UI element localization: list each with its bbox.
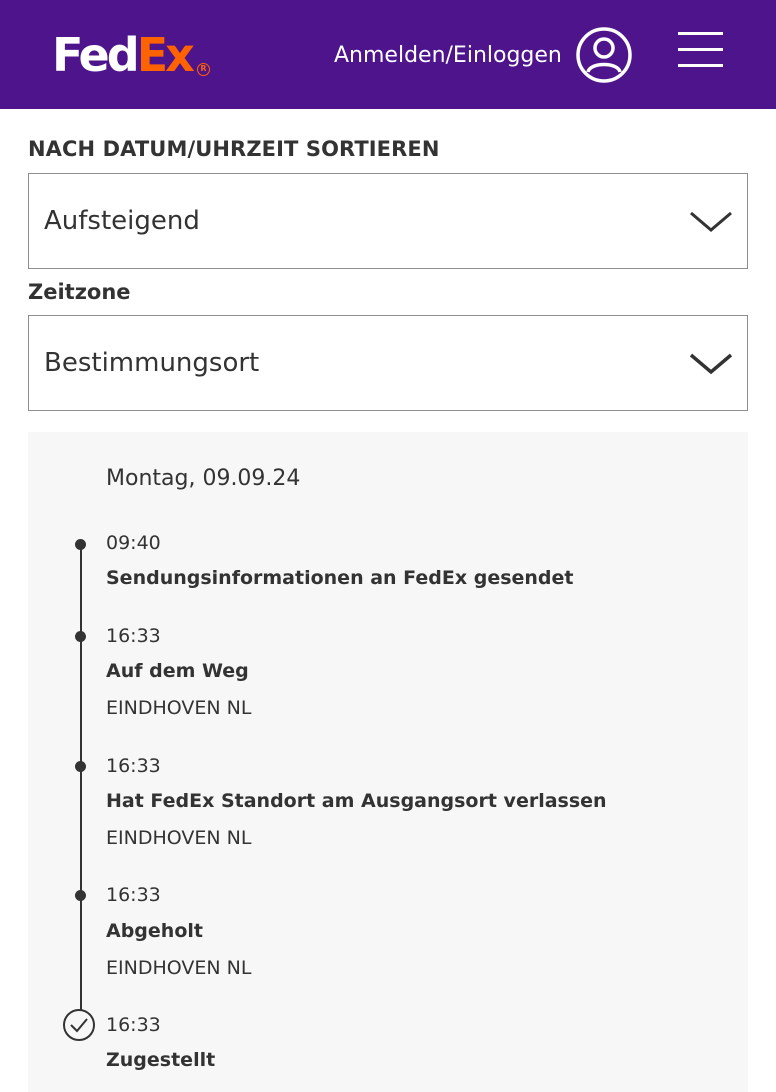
event-title: Zugestellt xyxy=(106,1049,216,1071)
timezone-select[interactable]: Bestimmungsort xyxy=(28,315,748,411)
logo-ex-text: Ex xyxy=(136,28,195,82)
sort-label: NACH DATUM/UHRZEIT SORTIEREN xyxy=(28,137,440,161)
chevron-down-icon xyxy=(690,211,732,232)
timeline-dot xyxy=(75,761,86,772)
timezone-label: Zeitzone xyxy=(28,280,131,304)
login-link[interactable]: Anmelden/Einloggen xyxy=(334,42,562,70)
event-title: Abgeholt xyxy=(106,920,203,942)
chevron-down-icon xyxy=(689,353,733,375)
timeline-dot xyxy=(75,890,86,901)
sort-order-value: Aufsteigend xyxy=(44,206,200,236)
event-location: EINDHOVEN NL xyxy=(106,697,252,719)
event-time: 09:40 xyxy=(106,532,161,554)
event-time: 16:33 xyxy=(106,884,161,906)
event-time: 16:33 xyxy=(106,755,161,777)
sort-order-select[interactable]: Aufsteigend xyxy=(28,173,748,269)
history-date: Montag, 09.09.24 xyxy=(106,466,301,491)
event-title: Auf dem Weg xyxy=(106,660,249,682)
fedex-logo[interactable]: FedEx R xyxy=(52,28,210,82)
timeline-line xyxy=(79,544,82,1014)
event-time: 16:33 xyxy=(106,625,161,647)
event-location: EINDHOVEN NL xyxy=(106,827,252,849)
timezone-value: Bestimmungsort xyxy=(44,348,260,378)
logo-fed-text: Fed xyxy=(52,28,140,82)
user-circle-icon[interactable] xyxy=(575,26,633,84)
event-title: Sendungsinformationen an FedEx gesendet xyxy=(106,567,574,589)
registered-mark: R xyxy=(197,63,210,76)
timeline-dot xyxy=(75,539,86,550)
event-location: EINDHOVEN NL xyxy=(106,957,252,979)
delivered-check-icon xyxy=(63,1009,95,1041)
event-title: Hat FedEx Standort am Ausgangsort verlas… xyxy=(106,790,607,812)
hamburger-menu-icon[interactable] xyxy=(678,31,723,69)
timeline-dot xyxy=(75,631,86,642)
event-time: 16:33 xyxy=(106,1014,161,1036)
top-header: FedEx R Anmelden/Einloggen xyxy=(0,0,776,109)
